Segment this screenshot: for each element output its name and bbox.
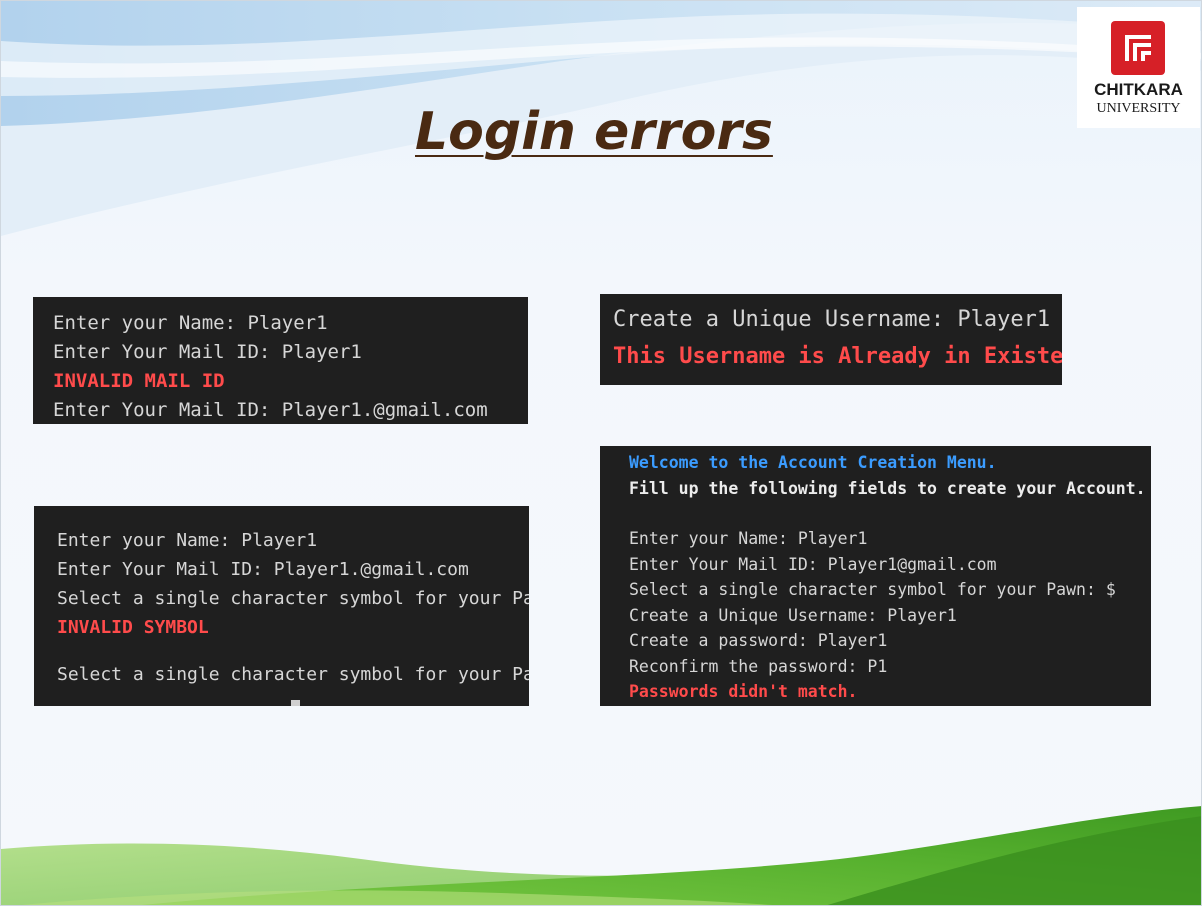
logo-name: CHITKARA xyxy=(1094,80,1183,99)
terminal-line: Enter Your Mail ID: Player1.@gmail.com xyxy=(57,559,469,580)
terminal-line: Enter Your Mail ID: Player1@gmail.com xyxy=(629,554,997,574)
terminal-line: Reconfirm the password: P1 xyxy=(629,656,888,676)
terminal-line: Enter Your Mail ID: Player1 xyxy=(53,341,362,363)
terminal-line: Create a Unique Username: Player1 xyxy=(613,307,1051,332)
menu-heading: Welcome to the Account Creation Menu. xyxy=(629,453,997,472)
terminal-line: Create a password: Player1 xyxy=(629,631,888,650)
terminal-symbol-error: Enter your Name: Player1 Enter Your Mail… xyxy=(34,506,529,706)
error-message: Passwords didn't match. xyxy=(629,682,858,701)
presentation-slide: Login errors CHITKARA UNIVERSITY Enter y… xyxy=(0,0,1202,906)
slide-title: Login errors xyxy=(415,102,773,162)
terminal-line: Create a Unique Username: Player1 xyxy=(629,605,957,625)
terminal-username-error: Create a Unique Username: Player1 This U… xyxy=(600,294,1062,385)
terminal-line: Enter your Name: Player1 xyxy=(629,529,868,548)
university-logo: CHITKARA UNIVERSITY xyxy=(1077,7,1200,128)
terminal-line: Enter your Name: Player1 xyxy=(57,530,318,551)
text-cursor xyxy=(291,700,300,706)
terminal-line: Enter your Name: Player1 xyxy=(53,312,328,334)
error-message: INVALID MAIL ID xyxy=(53,370,225,392)
menu-instructions: Fill up the following fields to create y… xyxy=(629,478,1146,498)
logo-mark-icon xyxy=(1111,21,1165,75)
error-message: This Username is Already in Existence. xyxy=(613,344,1062,369)
terminal-mail-error: Enter your Name: Player1 Enter Your Mail… xyxy=(33,297,528,424)
terminal-line: Select a single character symbol for you… xyxy=(57,588,529,609)
terminal-password-error: Welcome to the Account Creation Menu. Fi… xyxy=(600,446,1151,706)
error-message: INVALID SYMBOL xyxy=(57,617,209,638)
terminal-line: Select a single character symbol for you… xyxy=(629,580,1116,599)
terminal-line: Enter Your Mail ID: Player1.@gmail.com xyxy=(53,399,488,421)
terminal-line: Select a single character symbol for you… xyxy=(57,664,529,685)
logo-subtitle: UNIVERSITY xyxy=(1096,101,1181,116)
